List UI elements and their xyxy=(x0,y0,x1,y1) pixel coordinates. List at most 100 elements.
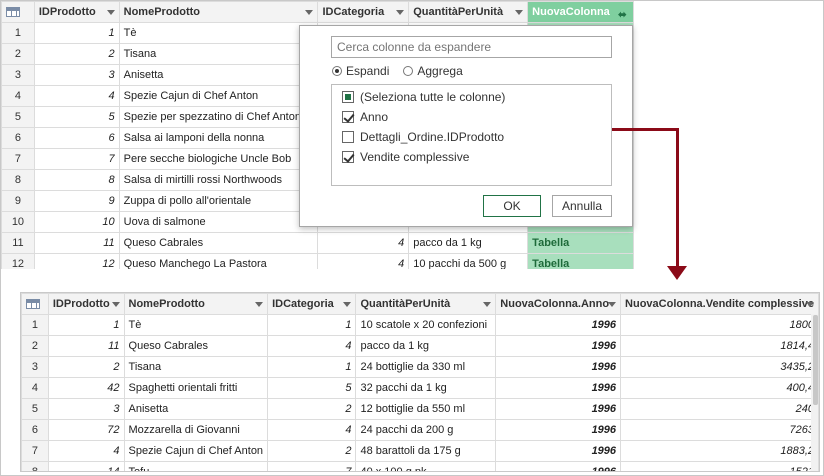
cell-vendite[interactable]: 1814,4 xyxy=(620,335,819,357)
column-header-nuovacolonna-vendite[interactable]: NuovaColonna.Vendite complessive xyxy=(620,293,819,315)
row-number[interactable]: 6 xyxy=(1,127,35,149)
column-header-quantitaperunita[interactable]: QuantitàPerUnità xyxy=(408,1,529,23)
cell-quantitaperunita[interactable]: pacco da 1 kg xyxy=(408,232,529,254)
row-number[interactable]: 5 xyxy=(21,398,49,420)
column-header-nuovacolonna-anno[interactable]: NuovaColonna.Anno xyxy=(495,293,622,315)
cell-anno[interactable]: 1996 xyxy=(495,377,622,399)
cell-anno[interactable]: 1996 xyxy=(495,356,622,378)
table-row[interactable]: 4 42 Spaghetti orientali fritti 5 32 pacchi … xyxy=(21,377,819,399)
cell-vendite[interactable]: 1800 xyxy=(620,314,819,336)
row-number[interactable]: 1 xyxy=(21,314,49,336)
row-number[interactable]: 3 xyxy=(1,64,35,86)
ok-button[interactable]: OK xyxy=(483,195,541,217)
radio-expand[interactable]: Espandi xyxy=(332,64,389,78)
cell-nomeprodotto[interactable]: Spezie Cajun di Chef Anton xyxy=(118,85,319,107)
row-number[interactable]: 4 xyxy=(1,85,35,107)
cell-anno[interactable]: 1996 xyxy=(495,314,622,336)
cell-idprodotto[interactable]: 2 xyxy=(47,356,125,378)
column-header-idcategoria[interactable]: IDCategoria xyxy=(267,293,357,315)
scrollbar-thumb[interactable] xyxy=(813,315,818,405)
cell-anno[interactable]: 1996 xyxy=(495,335,622,357)
cell-vendite[interactable]: 7263 xyxy=(620,419,819,441)
cell-idcategoria[interactable]: 7 xyxy=(267,461,357,471)
table-row[interactable]: 3 2 Tisana 1 24 bottiglie da 330 ml 1996 3435,… xyxy=(21,356,819,378)
cell-anno[interactable]: 1996 xyxy=(495,419,622,441)
cell-nomeprodotto[interactable]: Uova di salmone xyxy=(118,211,319,233)
cell-nomeprodotto[interactable]: Tofu xyxy=(123,461,269,471)
cell-idcategoria[interactable]: 4 xyxy=(267,335,357,357)
cell-nomeprodotto[interactable]: Tisana xyxy=(118,43,319,65)
table-row[interactable]: 7 4 Spezie Cajun di Chef Anton 2 48 barattol… xyxy=(21,440,819,462)
cell-idprodotto[interactable]: 7 xyxy=(33,148,120,170)
row-number[interactable]: 5 xyxy=(1,106,35,128)
cell-idprodotto[interactable]: 14 xyxy=(47,461,125,471)
cell-nuovacolonna[interactable]: Tabella xyxy=(527,232,634,254)
table-row[interactable]: 8 14 Tofu 7 40 x 100 g pk 1996 1521 xyxy=(21,461,819,471)
cell-anno[interactable]: 1996 xyxy=(495,440,622,462)
column-header-nomeprodotto[interactable]: NomeProdotto xyxy=(123,293,269,315)
row-number[interactable]: 3 xyxy=(21,356,49,378)
cell-quantitaperunita[interactable]: 24 bottiglie da 330 ml xyxy=(355,356,497,378)
cell-quantitaperunita[interactable]: pacco da 1 kg xyxy=(355,335,497,357)
cell-nuovacolonna[interactable]: Tabella xyxy=(527,253,634,269)
cell-vendite[interactable]: 1883,2 xyxy=(620,440,819,462)
row-number[interactable]: 9 xyxy=(1,190,35,212)
cell-nomeprodotto[interactable]: Tisana xyxy=(123,356,269,378)
checkbox-vendite-complessive[interactable]: Vendite complessive xyxy=(332,147,611,167)
row-number[interactable]: 1 xyxy=(1,22,35,44)
cell-nomeprodotto[interactable]: Salsa di mirtilli rossi Northwoods xyxy=(118,169,319,191)
cell-nomeprodotto[interactable]: Zuppa di pollo all'orientale xyxy=(118,190,319,212)
cell-idprodotto[interactable]: 1 xyxy=(33,22,120,44)
cell-nomeprodotto[interactable]: Queso Cabrales xyxy=(123,335,269,357)
cell-vendite[interactable]: 1521 xyxy=(620,461,819,471)
cell-vendite[interactable]: 400,4 xyxy=(620,377,819,399)
cell-idprodotto[interactable]: 72 xyxy=(47,419,125,441)
row-number[interactable]: 12 xyxy=(1,253,35,269)
cell-idprodotto[interactable]: 4 xyxy=(33,85,120,107)
cell-anno[interactable]: 1996 xyxy=(495,398,622,420)
row-number[interactable]: 10 xyxy=(1,211,35,233)
cell-idprodotto[interactable]: 2 xyxy=(33,43,120,65)
chevron-down-icon[interactable] xyxy=(608,302,617,307)
column-header-idprodotto[interactable]: IDProdotto xyxy=(33,1,120,23)
row-number[interactable]: 2 xyxy=(1,43,35,65)
cell-nomeprodotto[interactable]: Spezie per spezzatino di Chef Anton xyxy=(118,106,319,128)
cell-idprodotto[interactable]: 10 xyxy=(33,211,120,233)
cell-idprodotto[interactable]: 8 xyxy=(33,169,120,191)
cell-quantitaperunita[interactable]: 40 x 100 g pk xyxy=(355,461,497,471)
cell-idcategoria[interactable]: 2 xyxy=(267,398,357,420)
cell-nomeprodotto[interactable]: Queso Cabrales xyxy=(118,232,319,254)
table-menu-button[interactable] xyxy=(21,293,49,315)
cell-nomeprodotto[interactable]: Spaghetti orientali fritti xyxy=(123,377,269,399)
cell-quantitaperunita[interactable]: 10 pacchi da 500 g xyxy=(408,253,529,269)
row-number[interactable]: 2 xyxy=(21,335,49,357)
cell-idprodotto[interactable]: 5 xyxy=(33,106,120,128)
cell-idprodotto[interactable]: 9 xyxy=(33,190,120,212)
table-row[interactable]: 6 72 Mozzarella di Giovanni 4 24 pacchi da 2… xyxy=(21,419,819,441)
column-header-idprodotto[interactable]: IDProdotto xyxy=(47,293,125,315)
table-row[interactable]: 11 11 Queso Cabrales 4 pacco da 1 kg Tabella xyxy=(1,232,634,254)
chevron-down-icon[interactable] xyxy=(305,10,314,15)
row-number[interactable]: 11 xyxy=(1,232,35,254)
cell-nomeprodotto[interactable]: Mozzarella di Giovanni xyxy=(123,419,269,441)
cell-quantitaperunita[interactable]: 24 pacchi da 200 g xyxy=(355,419,497,441)
cell-idprodotto[interactable]: 3 xyxy=(33,64,120,86)
cell-vendite[interactable]: 3435,2 xyxy=(620,356,819,378)
cell-nomeprodotto[interactable]: Anisetta xyxy=(123,398,269,420)
cell-idcategoria[interactable]: 4 xyxy=(317,253,410,269)
chevron-down-icon[interactable] xyxy=(483,302,492,307)
row-number[interactable]: 7 xyxy=(21,440,49,462)
chevron-down-icon[interactable] xyxy=(255,302,264,307)
row-number[interactable]: 4 xyxy=(21,377,49,399)
cell-quantitaperunita[interactable]: 12 bottiglie da 550 ml xyxy=(355,398,497,420)
cell-quantitaperunita[interactable]: 10 scatole x 20 confezioni xyxy=(355,314,497,336)
search-columns-input[interactable] xyxy=(331,36,612,58)
column-header-quantitaperunita[interactable]: QuantitàPerUnità xyxy=(355,293,497,315)
checkbox-anno[interactable]: Anno xyxy=(332,107,611,127)
cell-idprodotto[interactable]: 12 xyxy=(33,253,120,269)
column-header-idcategoria[interactable]: IDCategoria xyxy=(317,1,410,23)
cell-idcategoria[interactable]: 1 xyxy=(267,356,357,378)
table-menu-button[interactable] xyxy=(1,1,35,23)
expand-icon[interactable]: ⬌ xyxy=(618,8,627,21)
cell-nomeprodotto[interactable]: Spezie Cajun di Chef Anton xyxy=(123,440,269,462)
